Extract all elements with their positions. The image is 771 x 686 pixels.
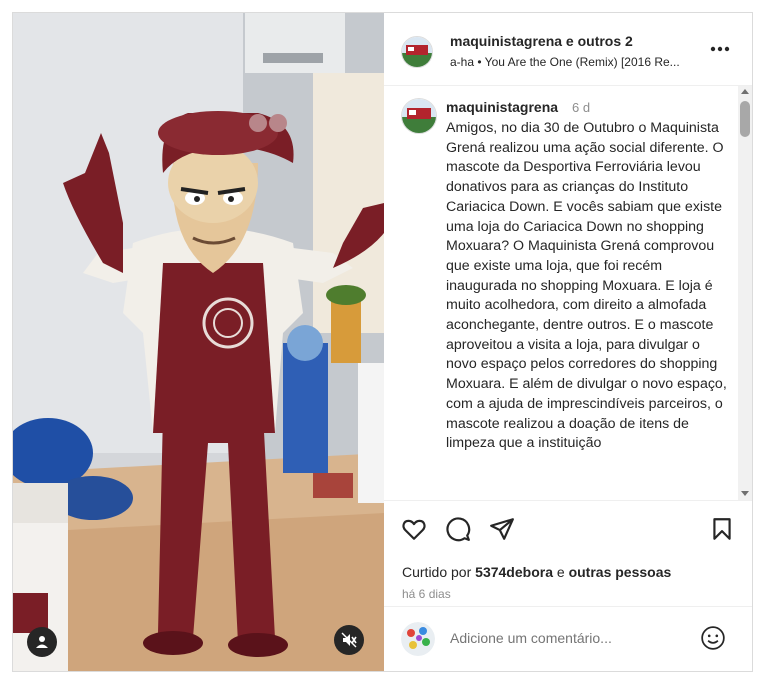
avatar-image xyxy=(402,37,432,67)
post-dialog: maquinistagrena e outros 2 a-ha • You Ar… xyxy=(12,12,753,672)
scroll-thumb[interactable] xyxy=(740,101,750,137)
person-icon xyxy=(36,636,48,648)
post-actions: Curtido por 5374debora e outras pessoas … xyxy=(384,500,752,601)
likes-middle: e xyxy=(556,564,565,580)
post-video[interactable] xyxy=(13,13,384,671)
post-header: maquinistagrena e outros 2 a-ha • You Ar… xyxy=(384,13,752,86)
caption-scroll-area[interactable]: maquinistagrena 6 d Amigos, no dia 30 de… xyxy=(384,86,752,500)
more-options-button[interactable] xyxy=(710,41,730,52)
likes-others[interactable]: outras pessoas xyxy=(569,564,672,580)
viewer-avatar xyxy=(401,622,435,656)
comment-input[interactable] xyxy=(450,630,690,646)
comment-icon[interactable] xyxy=(445,516,471,542)
post-date[interactable]: há 6 dias xyxy=(402,587,451,601)
caption-scrollbar[interactable] xyxy=(738,86,752,500)
likes-summary[interactable]: Curtido por 5374debora e outras pessoas xyxy=(402,564,671,580)
paper-plane-icon[interactable] xyxy=(489,516,515,542)
comment-bar xyxy=(384,606,752,672)
author-avatar[interactable] xyxy=(401,36,433,68)
caption-text: Amigos, no dia 30 de Outubro o Maquinist… xyxy=(446,120,727,452)
emoji-icon[interactable] xyxy=(700,625,726,651)
caption-author-avatar[interactable] xyxy=(401,98,437,134)
heart-icon[interactable] xyxy=(401,516,427,542)
scroll-up-arrow[interactable] xyxy=(741,89,749,94)
likes-user[interactable]: 5374debora xyxy=(475,564,553,580)
likes-prefix: Curtido por xyxy=(402,564,472,580)
caption-username[interactable]: maquinistagrena xyxy=(446,99,558,115)
post-side-panel: maquinistagrena e outros 2 a-ha • You Ar… xyxy=(384,13,752,671)
caption-timestamp[interactable]: 6 d xyxy=(572,100,590,115)
scroll-down-arrow[interactable] xyxy=(741,491,749,496)
post-header-title[interactable]: maquinistagrena e outros 2 xyxy=(450,33,633,49)
bookmark-icon[interactable] xyxy=(709,516,735,542)
mascot-video-frame xyxy=(13,13,384,671)
more-horizontal-icon xyxy=(710,46,730,52)
speaker-muted-icon xyxy=(341,632,357,648)
tagged-people-button[interactable] xyxy=(27,627,57,657)
mute-button[interactable] xyxy=(334,625,364,655)
avatar-image xyxy=(402,99,436,133)
avatar-image xyxy=(401,622,435,656)
post-audio-info[interactable]: a-ha • You Are the One (Remix) [2016 Re.… xyxy=(450,55,682,69)
